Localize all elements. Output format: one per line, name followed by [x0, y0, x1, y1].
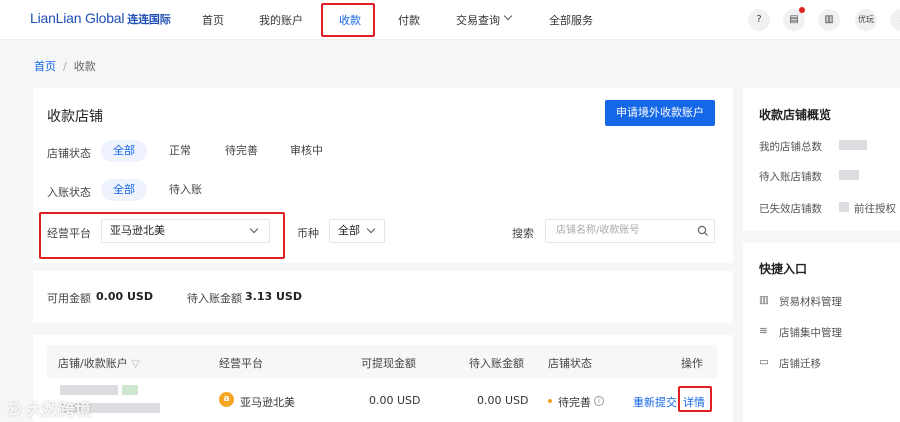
available-amount-label: 可用金额 [47, 292, 91, 305]
store-name-masked [60, 385, 118, 395]
row-platform: 亚马逊北美 [240, 396, 295, 409]
brand-logo[interactable]: LianLian Global 连连国际 [30, 10, 171, 27]
amazon-badge-icon: a [219, 392, 234, 407]
store-name-masked [122, 385, 138, 395]
col-pending: 待入账金额 [469, 357, 524, 370]
nav-transactions-label: 交易查询 [456, 14, 500, 27]
highlight-box-detail [678, 386, 712, 412]
col-store-status: 店铺状态 [548, 357, 592, 370]
breadcrumb-current: 收款 [73, 60, 96, 73]
breadcrumb: 首页 / 收款 [34, 58, 96, 74]
row-pending: 0.00 USD [477, 394, 529, 407]
status-dot [548, 399, 552, 403]
overview-pending-stores: 待入账店铺数 [759, 171, 822, 183]
search-icon[interactable] [697, 225, 709, 237]
entry-status-pending[interactable]: 待入账 [157, 179, 214, 201]
row-status: 待完善 [558, 396, 591, 409]
entry-status-label: 入账状态 [47, 186, 91, 199]
quick-item-label: 店铺迁移 [779, 358, 821, 370]
breadcrumb-home[interactable]: 首页 [34, 60, 56, 73]
available-amount-value: 0.00 USD [96, 290, 153, 303]
store-status-all[interactable]: 全部 [101, 140, 147, 162]
nav-all-services[interactable]: 全部服务 [549, 12, 593, 28]
currency-select[interactable]: 全部 [329, 219, 385, 243]
nav-transactions[interactable]: 交易查询 [456, 12, 500, 28]
quick-access-title: 快捷入口 [759, 262, 808, 276]
store-status-reviewing[interactable]: 审核中 [278, 140, 335, 162]
watermark-text: 大数跨境 [26, 400, 91, 419]
notification-dot [799, 7, 805, 13]
col-store-account: 店铺/收款账户 ▽ [58, 355, 140, 371]
page-title: 收款店铺 [47, 109, 103, 125]
book-icon: ▥ [759, 294, 769, 306]
nav-pay[interactable]: 付款 [398, 12, 420, 28]
overview-expired-stores: 已失效店铺数 [759, 203, 822, 215]
overview-total-stores: 我的店铺总数 [759, 141, 822, 153]
info-icon[interactable]: i [594, 396, 604, 406]
entry-status-all[interactable]: 全部 [101, 179, 147, 201]
store-status-normal[interactable]: 正常 [157, 140, 203, 162]
watermark: ᗤ 大数跨境 [8, 400, 91, 419]
pending-stores-masked [839, 170, 859, 180]
col-store-account-label: 店铺/收款账户 [58, 357, 128, 370]
highlight-box-nav-receive [321, 3, 375, 37]
chevron-down-icon [503, 11, 513, 21]
quick-item-label: 贸易材料管理 [779, 296, 842, 308]
highlight-box-platform [39, 212, 285, 259]
nav-my-account[interactable]: 我的账户 [259, 12, 303, 28]
logo-cn: 连连国际 [127, 14, 171, 26]
resubmit-link[interactable]: 重新提交 [633, 394, 677, 410]
user-avatar[interactable]: 优玩 [855, 9, 877, 31]
search-placeholder: 店铺名称/收款账号 [556, 225, 640, 236]
filter-icon[interactable]: ▽ [131, 357, 139, 370]
total-stores-masked [839, 140, 867, 150]
pending-amount-label: 待入账金额 [187, 292, 242, 305]
gift-icon[interactable]: ▥ [818, 9, 840, 31]
layers-icon: ≋ [759, 325, 768, 337]
authorize-link[interactable]: 前往授权 [854, 201, 896, 216]
nav-home[interactable]: 首页 [202, 12, 224, 28]
store-overview-title: 收款店铺概览 [759, 108, 832, 122]
col-withdrawable: 可提现金额 [361, 357, 416, 370]
apply-account-button[interactable]: 申请境外收款账户 [605, 100, 715, 126]
migrate-icon: ▭ [759, 356, 769, 368]
expired-stores-masked [839, 202, 849, 212]
top-navigation-bar: LianLian Global 连连国际 首页 我的账户 收款 付款 交易查询 全… [0, 0, 900, 40]
breadcrumb-separator: / [63, 60, 67, 73]
row-withdrawable: 0.00 USD [369, 394, 421, 407]
store-status-label: 店铺状态 [47, 147, 91, 160]
search-input[interactable]: 店铺名称/收款账号 [545, 219, 715, 243]
pending-amount-value: 3.13 USD [245, 290, 302, 303]
search-label: 搜索 [512, 227, 534, 240]
help-icon[interactable]: ? [748, 9, 770, 31]
store-status-incomplete[interactable]: 待完善 [213, 140, 270, 162]
quick-item-label: 店铺集中管理 [779, 327, 842, 339]
currency-select-value: 全部 [338, 224, 360, 237]
col-platform: 经营平台 [219, 357, 263, 370]
col-actions: 操作 [681, 357, 703, 370]
logo-text: LianLian Global [30, 10, 125, 26]
more-icon[interactable]: › [890, 9, 900, 31]
currency-label: 币种 [297, 227, 319, 240]
